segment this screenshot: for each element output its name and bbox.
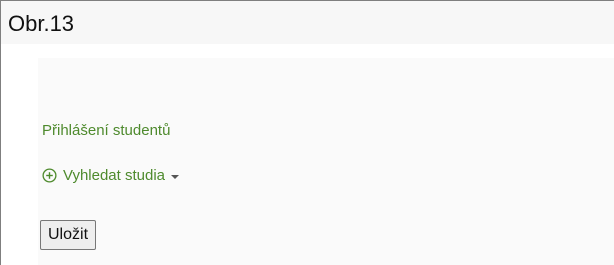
chevron-down-icon [171, 174, 180, 179]
save-button[interactable]: Uložit [40, 220, 97, 250]
plus-circle-icon [42, 167, 57, 183]
search-studies-label: Vyhledat studia [63, 166, 166, 184]
figure-content-area: Přihlášení studentů Vyhledat studia Ulož… [0, 44, 614, 265]
search-studies-link[interactable]: Vyhledat studia [42, 165, 180, 185]
section-title: Přihlášení studentů [42, 122, 171, 139]
embedded-screenshot-panel: Přihlášení studentů Vyhledat studia Ulož… [38, 58, 614, 265]
figure-caption-bar: Obr.13 [0, 0, 614, 45]
figure-caption-title: Obr.13 [8, 11, 75, 36]
figure-frame: Obr.13 Přihlášení studentů Vyhledat stud… [0, 0, 614, 265]
